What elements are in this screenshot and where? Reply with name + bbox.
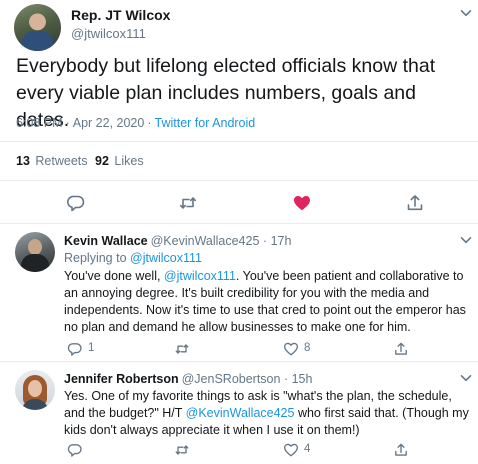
share-icon[interactable]	[393, 442, 409, 458]
chevron-down-icon[interactable]	[459, 233, 473, 247]
retweets-label: Retweets	[35, 154, 88, 168]
reply-text: You've done well, @jtwilcox111. You've b…	[64, 268, 474, 336]
reply-tweet[interactable]: Kevin Wallace @KevinWallace425 · 17h Repl…	[0, 224, 478, 362]
reply-author-name[interactable]: Kevin Wallace	[64, 234, 148, 248]
heart-icon[interactable]	[283, 442, 299, 458]
likes-label: Likes	[114, 154, 144, 168]
like-count: 4	[304, 443, 311, 455]
retweet-icon[interactable]	[178, 193, 198, 213]
heart-icon[interactable]	[292, 193, 312, 213]
likes-stat[interactable]: 92 Likes	[95, 154, 144, 168]
chevron-down-icon[interactable]	[459, 371, 473, 385]
share-icon[interactable]	[405, 193, 425, 213]
reply-text-part: You've done well,	[64, 269, 164, 283]
share-icon[interactable]	[393, 341, 409, 357]
replying-to: Replying to @jtwilcox111	[64, 251, 202, 265]
like-count: 8	[304, 342, 311, 354]
reply-icon[interactable]	[66, 193, 86, 213]
mention-link[interactable]: @KevinWallace425	[186, 406, 295, 420]
heart-icon[interactable]	[283, 341, 299, 357]
chevron-down-icon[interactable]	[459, 6, 473, 20]
author-avatar[interactable]	[14, 4, 61, 51]
reply-tweet[interactable]: Jennifer Robertson @JenSRobertson · 15h Y…	[0, 362, 478, 464]
reply-header: Kevin Wallace @KevinWallace425 · 17h	[64, 234, 291, 248]
meta-separator: ·	[283, 372, 289, 386]
retweet-icon[interactable]	[174, 442, 190, 458]
author-name[interactable]: Rep. JT Wilcox	[71, 7, 170, 23]
avatar[interactable]	[15, 232, 55, 272]
tweet-stats: 13 Retweets 92 Likes	[0, 141, 478, 181]
reply-author-handle[interactable]: @KevinWallace425	[151, 234, 260, 248]
reply-count: 1	[88, 342, 95, 354]
meta-separator: ·	[65, 116, 70, 130]
retweet-icon[interactable]	[174, 341, 190, 357]
author-handle[interactable]: @jtwilcox111	[71, 26, 146, 41]
tweet-date[interactable]: Apr 22, 2020	[73, 116, 145, 130]
meta-separator: ·	[147, 116, 152, 130]
replying-label: Replying to	[64, 251, 127, 265]
avatar[interactable]	[15, 370, 55, 410]
replying-to-handle[interactable]: @jtwilcox111	[130, 251, 202, 265]
tweet-source[interactable]: Twitter for Android	[155, 116, 256, 130]
reply-author-name[interactable]: Jennifer Robertson	[64, 372, 179, 386]
reply-icon[interactable]	[67, 442, 83, 458]
meta-separator: ·	[262, 234, 268, 248]
likes-count: 92	[95, 154, 109, 168]
reply-age[interactable]: 17h	[271, 234, 292, 248]
reply-header: Jennifer Robertson @JenSRobertson · 15h	[64, 372, 312, 386]
reply-text: Yes. One of my favorite things to ask is…	[64, 388, 474, 439]
mention-link[interactable]: @jtwilcox111	[164, 269, 236, 283]
reply-icon[interactable]	[67, 341, 83, 357]
tweet-time[interactable]: 6:08 PM	[16, 116, 63, 130]
tweet-meta: 6:08 PM · Apr 22, 2020 · Twitter for Android	[16, 116, 255, 130]
retweets-count: 13	[16, 154, 30, 168]
reply-author-handle[interactable]: @JenSRobertson	[182, 372, 281, 386]
retweets-stat[interactable]: 13 Retweets	[16, 154, 88, 168]
main-tweet: Rep. JT Wilcox @jtwilcox111 Everybody bu…	[0, 0, 478, 224]
reply-age[interactable]: 15h	[292, 372, 313, 386]
